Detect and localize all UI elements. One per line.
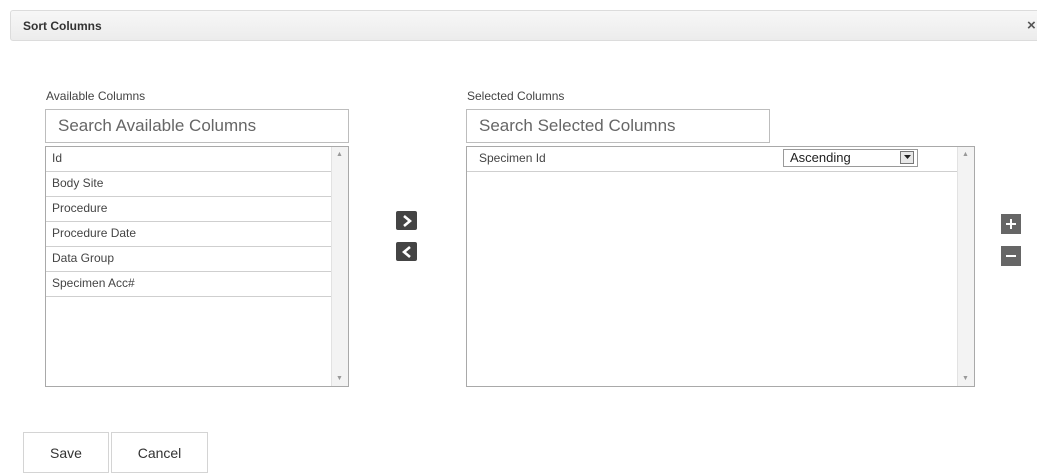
- chevron-right-icon: [402, 214, 412, 227]
- dialog-title: Sort Columns: [23, 19, 102, 33]
- available-scrollbar[interactable]: ▲ ▼: [331, 147, 348, 386]
- scroll-up-icon[interactable]: ▲: [336, 151, 343, 158]
- selected-search-input[interactable]: Search Selected Columns: [466, 109, 770, 143]
- list-item[interactable]: Body Site: [46, 172, 332, 197]
- add-button[interactable]: [1001, 214, 1021, 234]
- available-rows: Id Body Site Procedure Procedure Date Da…: [46, 147, 332, 297]
- dialog-titlebar: Sort Columns ×: [10, 10, 1037, 41]
- list-item[interactable]: Specimen Id Ascending: [467, 147, 958, 172]
- list-item[interactable]: Id: [46, 147, 332, 172]
- available-columns-list[interactable]: Id Body Site Procedure Procedure Date Da…: [45, 146, 349, 387]
- sort-order-select[interactable]: Ascending: [783, 149, 918, 167]
- list-item[interactable]: Procedure: [46, 197, 332, 222]
- cancel-button[interactable]: Cancel: [111, 432, 208, 473]
- selected-rows: Specimen Id Ascending: [467, 147, 958, 172]
- remove-button[interactable]: [1001, 246, 1021, 266]
- selected-columns-list[interactable]: Specimen Id Ascending ▲ ▼: [466, 146, 975, 387]
- list-item[interactable]: Procedure Date: [46, 222, 332, 247]
- scroll-up-icon[interactable]: ▲: [962, 151, 969, 158]
- scroll-down-icon[interactable]: ▼: [962, 375, 969, 382]
- dropdown-arrow-icon[interactable]: [900, 151, 914, 164]
- selected-scrollbar[interactable]: ▲ ▼: [957, 147, 974, 386]
- chevron-left-icon: [401, 245, 411, 258]
- available-search-input[interactable]: Search Available Columns: [45, 109, 349, 143]
- available-columns-label: Available Columns: [46, 89, 146, 103]
- move-left-button[interactable]: [396, 242, 417, 261]
- sort-order-value: Ascending: [790, 150, 851, 165]
- list-item[interactable]: Specimen Acc#: [46, 272, 332, 297]
- plus-icon: [1006, 219, 1016, 229]
- minus-icon: [1006, 255, 1016, 257]
- scroll-down-icon[interactable]: ▼: [336, 375, 343, 382]
- save-button[interactable]: Save: [23, 432, 109, 473]
- move-right-button[interactable]: [396, 211, 417, 230]
- selected-column-name: Specimen Id: [479, 151, 546, 165]
- close-icon[interactable]: ×: [1027, 17, 1036, 34]
- list-item[interactable]: Data Group: [46, 247, 332, 272]
- selected-columns-label: Selected Columns: [467, 89, 565, 103]
